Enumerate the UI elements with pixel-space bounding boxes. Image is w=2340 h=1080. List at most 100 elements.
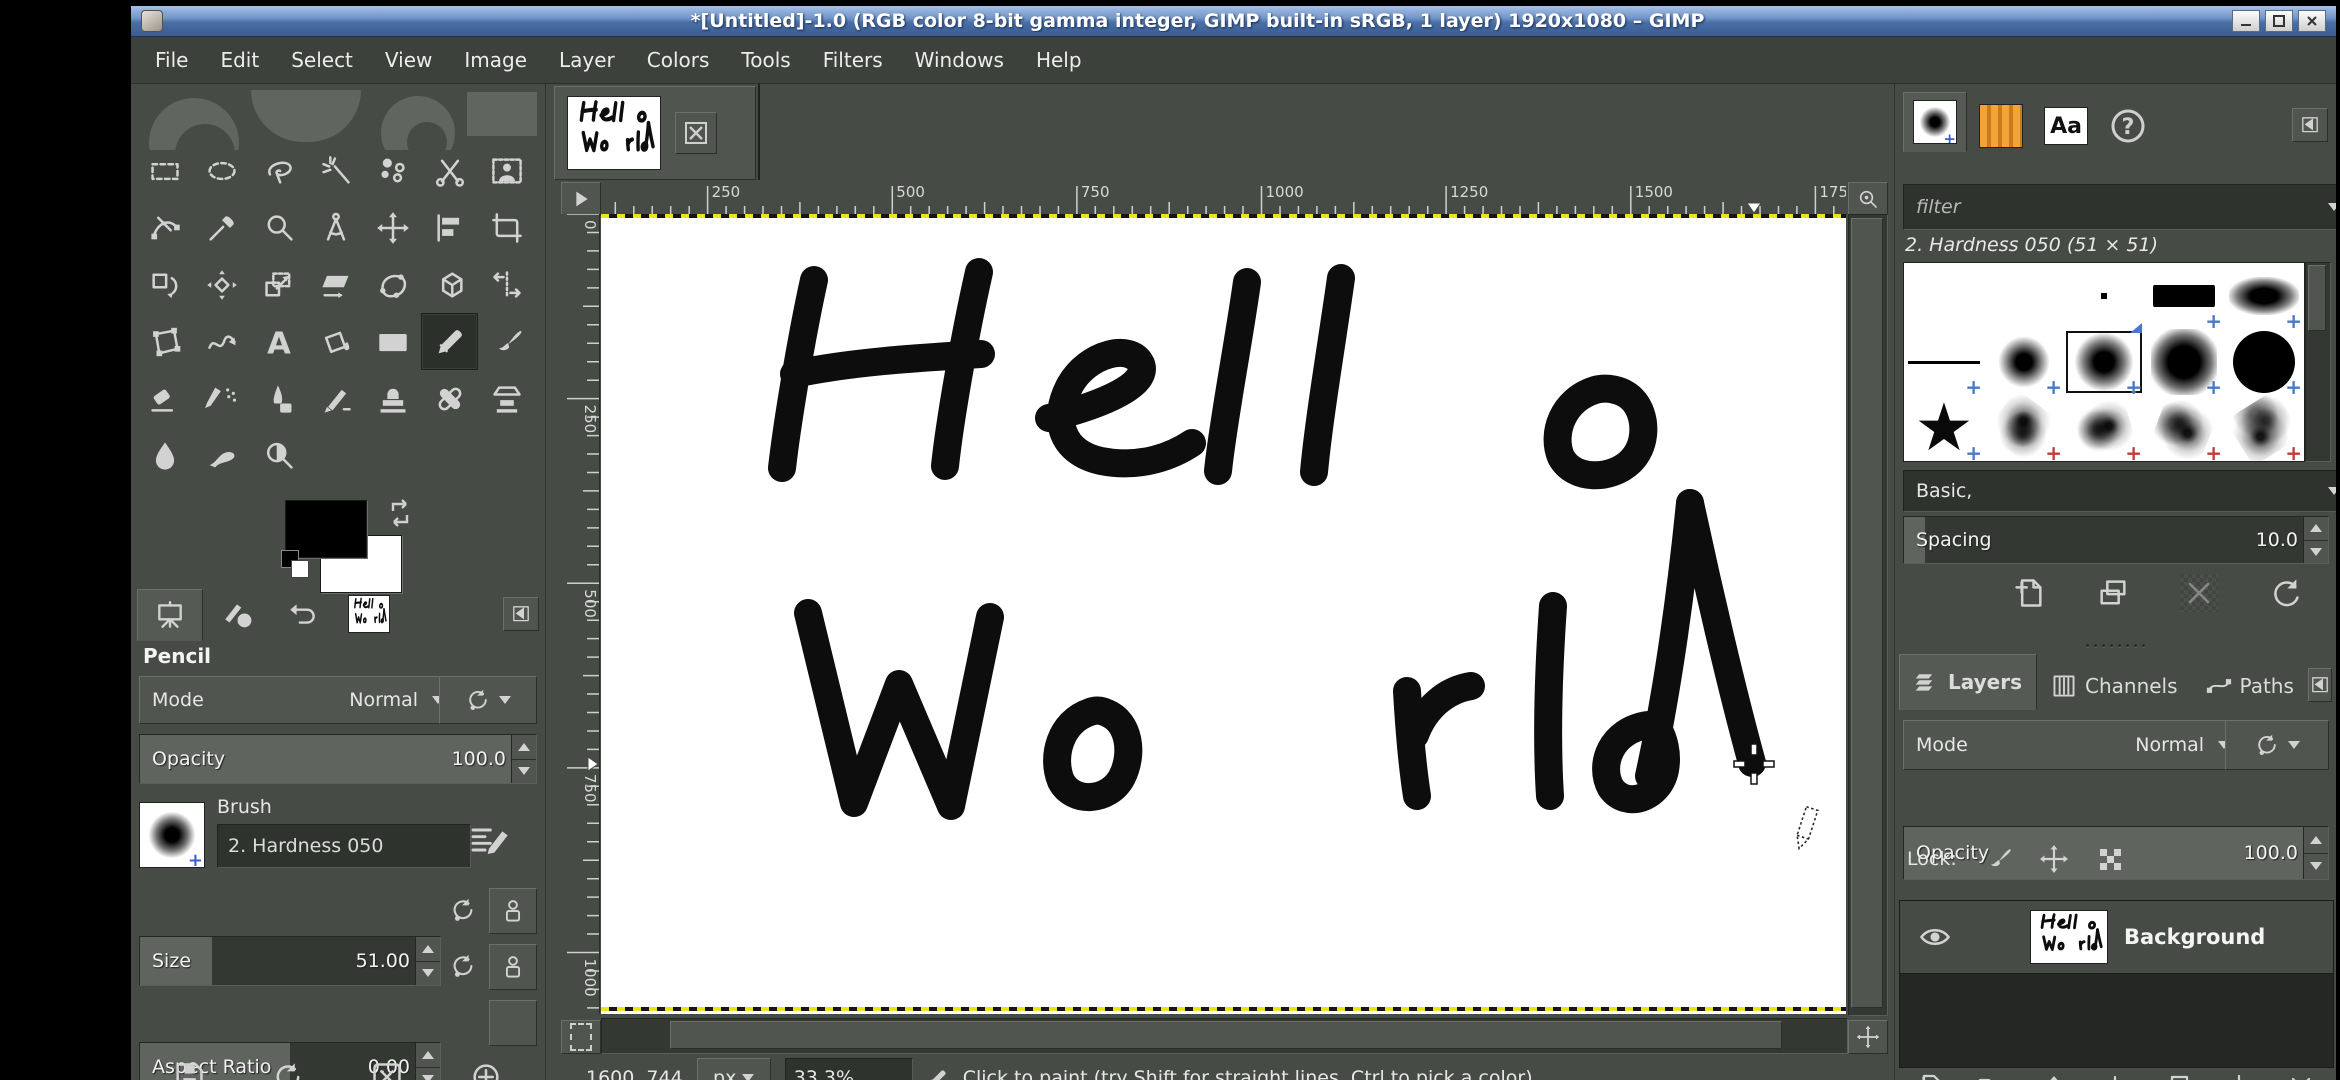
brush-filter-input[interactable]: filter [1903, 184, 2336, 230]
save-preset-button[interactable] [172, 1060, 206, 1080]
tool-eraser[interactable] [136, 370, 193, 427]
brush-item-soft-ellipse[interactable]: + [2224, 263, 2304, 329]
zoom-level-input[interactable]: 33.3% [785, 1058, 913, 1080]
brush-item-splatter-2[interactable]: + [2064, 395, 2144, 461]
brush-item-specks-4[interactable] [2144, 461, 2224, 462]
tool-select-by-color[interactable] [364, 142, 421, 199]
restore-preset-button[interactable] [271, 1060, 305, 1080]
size-dynamics-link-button[interactable] [489, 888, 537, 934]
menu-filters[interactable]: Filters [807, 41, 899, 79]
brush-item-splatter-3[interactable]: + [2144, 395, 2224, 461]
spacing-slider[interactable]: Spacing 10.0 [1903, 516, 2329, 564]
tool-scale[interactable] [250, 256, 307, 313]
menu-select[interactable]: Select [275, 41, 369, 79]
tool-flip[interactable] [478, 256, 535, 313]
menu-image[interactable]: Image [448, 41, 543, 79]
layer-visibility-toggle[interactable] [1918, 920, 1952, 954]
tool-ink[interactable] [250, 370, 307, 427]
collapse-dock-button[interactable] [2292, 108, 2328, 142]
brush-item-pixel[interactable] [2064, 263, 2144, 329]
opacity-slider[interactable]: Opacity 100.0 [139, 734, 537, 784]
tool-handle-transform[interactable] [364, 256, 421, 313]
delete-brush-button[interactable] [2180, 574, 2218, 612]
image-tab[interactable] [554, 86, 756, 180]
tool-3d-transform[interactable] [421, 256, 478, 313]
brush-item-splatter-4[interactable]: + [2224, 395, 2304, 461]
menu-view[interactable]: View [369, 41, 448, 79]
menu-windows[interactable]: Windows [899, 41, 1020, 79]
brush-group-select[interactable]: Basic, [1903, 470, 2336, 512]
layer-opacity-spinner[interactable] [2303, 827, 2328, 879]
lock-position-toggle[interactable] [2039, 844, 2069, 874]
horizontal-scrollbar-thumb[interactable] [670, 1021, 1782, 1049]
duplicate-layer-button[interactable] [2162, 1072, 2192, 1080]
minimize-button[interactable] [2232, 10, 2260, 32]
tool-text[interactable]: A [250, 313, 307, 370]
collapse-dock-button[interactable] [503, 597, 539, 631]
tool-paintbrush[interactable] [478, 313, 535, 370]
tool-fuzzy-select[interactable] [307, 142, 364, 199]
collapse-dock-button[interactable] [2308, 668, 2332, 702]
horizontal-scrollbar[interactable] [601, 1018, 1848, 1054]
tool-intelligent-scissors[interactable] [421, 142, 478, 199]
aspect-dynamics-link-button[interactable] [489, 944, 537, 990]
brush-item-star[interactable]: ★+ [1904, 395, 1984, 461]
brush-item-empty[interactable] [1984, 263, 2064, 329]
tool-clone[interactable] [364, 370, 421, 427]
tool-blur-sharpen[interactable] [136, 427, 193, 484]
unit-select[interactable]: px [697, 1058, 771, 1080]
layer-mode-switch-button[interactable] [2225, 720, 2329, 770]
new-brush-button[interactable] [2012, 576, 2046, 610]
paint-mode-switch-button[interactable] [439, 676, 537, 724]
tool-heal[interactable] [421, 370, 478, 427]
tool-zoom[interactable] [250, 199, 307, 256]
opacity-spinner[interactable] [511, 735, 536, 783]
tool-smudge[interactable] [193, 427, 250, 484]
tab-paths[interactable]: Paths [2192, 662, 2308, 710]
brush-item-soft-small[interactable]: + [1984, 329, 2064, 395]
zoom-follow-window-button[interactable] [1848, 182, 1888, 216]
brush-name-field[interactable]: 2. Hardness 050 [217, 824, 471, 868]
menu-edit[interactable]: Edit [204, 41, 275, 79]
tool-gradient[interactable] [364, 313, 421, 370]
tool-warp-transform[interactable] [193, 313, 250, 370]
brush-item-soft-large[interactable]: + [2144, 329, 2224, 395]
merge-layer-button[interactable] [2224, 1072, 2254, 1080]
brush-item-specks-2[interactable] [1984, 461, 2064, 462]
dock-grip[interactable] [1895, 644, 2336, 647]
reset-aspect-button[interactable] [449, 952, 477, 980]
menu-tools[interactable]: Tools [725, 41, 806, 79]
tool-cage-transform[interactable] [136, 313, 193, 370]
canvas-menu-button[interactable] [561, 182, 601, 216]
brush-item-specks-1[interactable] [1904, 461, 1984, 462]
angle-dynamics-link-button[interactable] [489, 1000, 537, 1046]
brush-item-specks-3[interactable] [2064, 461, 2144, 462]
tab-patterns[interactable] [1970, 100, 2032, 152]
brush-item-specks-5[interactable] [2224, 461, 2304, 462]
brush-grid-scrollbar[interactable] [2305, 262, 2331, 462]
tool-perspective-clone[interactable] [478, 370, 535, 427]
tool-shear[interactable] [307, 256, 364, 313]
tab-device-status[interactable] [205, 589, 269, 639]
tab-image-thumbnail[interactable] [337, 589, 401, 639]
tab-document-history[interactable]: ? [2100, 100, 2156, 152]
maximize-button[interactable] [2265, 10, 2293, 32]
vertical-ruler[interactable]: 02505007501000 [561, 214, 600, 1014]
duplicate-brush-button[interactable] [2096, 576, 2130, 610]
brush-item-block[interactable]: + [2144, 263, 2224, 329]
tool-rectangle-select[interactable] [136, 142, 193, 199]
spacing-spinner[interactable] [2303, 517, 2328, 563]
close-button[interactable] [2298, 10, 2326, 32]
tool-move[interactable] [364, 199, 421, 256]
layer-row-background[interactable]: Background [1900, 901, 2333, 974]
edit-brush-button[interactable] [469, 818, 509, 858]
menu-file[interactable]: File [139, 41, 204, 79]
tool-rotate[interactable] [136, 256, 193, 313]
tool-bucket-fill[interactable] [307, 313, 364, 370]
tab-layers[interactable]: Layers [1899, 654, 2037, 710]
tool-pencil[interactable] [421, 313, 478, 370]
tool-ellipse-select[interactable] [193, 142, 250, 199]
tool-dodge-burn[interactable] [250, 427, 307, 484]
refresh-brushes-button[interactable] [2268, 576, 2302, 610]
brush-item-empty[interactable] [1904, 263, 1984, 329]
